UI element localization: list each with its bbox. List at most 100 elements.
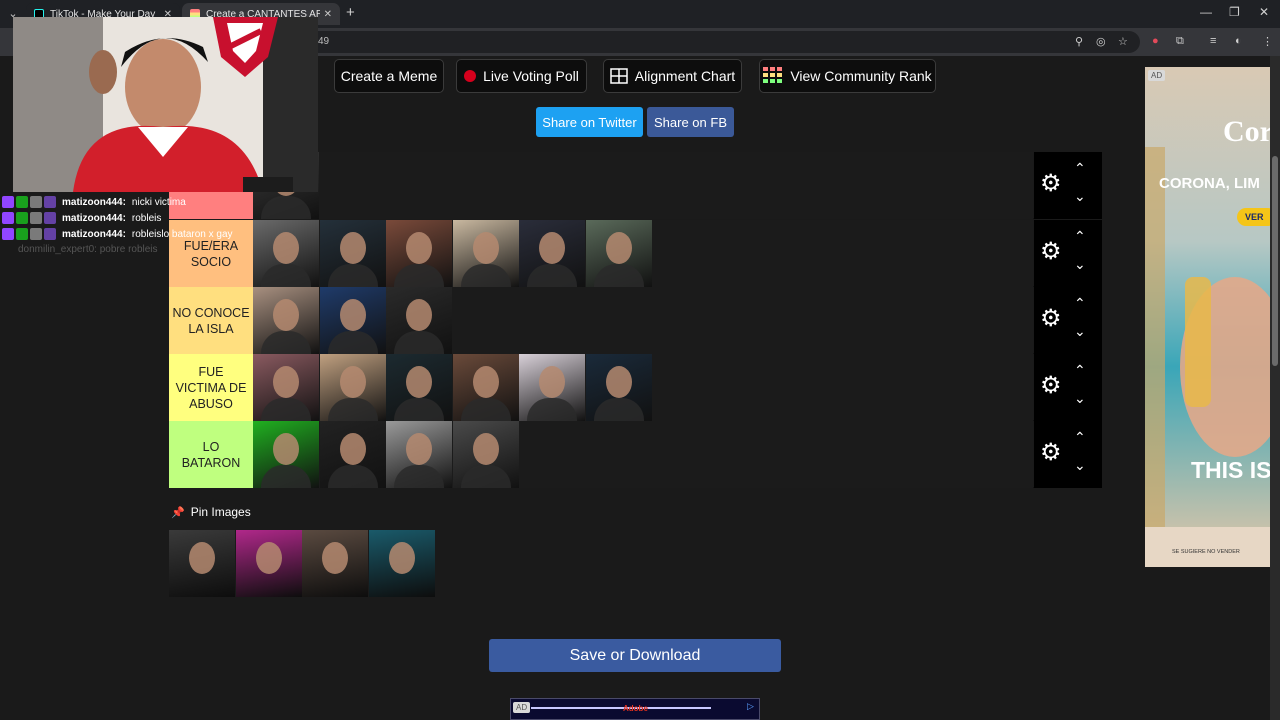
tier-drop-zone[interactable]	[253, 354, 1033, 421]
chat-text: robleislo bataron x gay	[131, 228, 233, 240]
chevron-down-icon[interactable]: ⌄	[1074, 256, 1086, 273]
unranked-item-image[interactable]	[302, 530, 368, 597]
chevron-up-icon[interactable]: ⌃	[1074, 160, 1086, 177]
unranked-item-image[interactable]	[235, 530, 302, 597]
tier-item-image[interactable]	[386, 220, 452, 287]
chevron-up-icon[interactable]: ⌃	[1074, 228, 1086, 245]
chat-text: robleis	[131, 212, 162, 224]
chevron-up-icon[interactable]: ⌃	[1074, 362, 1086, 379]
chat-username: matizoon444:	[62, 228, 126, 240]
extensions-puzzle-icon[interactable]: ⧉	[1176, 35, 1184, 48]
bookmark-star-icon[interactable]: ☆	[1118, 35, 1128, 48]
tier-drop-zone[interactable]	[253, 152, 1033, 219]
tier-drop-zone[interactable]	[253, 421, 1033, 488]
portrait-shape	[322, 542, 348, 574]
tier-item-image[interactable]	[253, 220, 319, 287]
save-download-button[interactable]: Save or Download	[489, 639, 781, 672]
portrait-body-shape	[394, 398, 444, 421]
extension-icon[interactable]: ●	[1152, 35, 1159, 47]
gear-icon[interactable]: ⚙	[1040, 172, 1064, 196]
tier-item-image[interactable]	[253, 354, 319, 421]
tier-item-image[interactable]	[585, 354, 652, 421]
colored-grid-icon	[763, 67, 783, 83]
gear-icon[interactable]: ⚙	[1040, 240, 1064, 264]
tier-item-image[interactable]	[386, 421, 452, 488]
media-icon[interactable]: ≡	[1210, 35, 1216, 47]
chat-badge-icon	[2, 228, 14, 240]
chevron-down-icon[interactable]: ⌄	[1074, 457, 1086, 474]
live-voting-poll-button[interactable]: Live Voting Poll	[456, 59, 587, 93]
portrait-body-shape	[460, 465, 511, 488]
tier-label[interactable]: LO BATARON	[169, 421, 253, 488]
tier-item-image[interactable]	[452, 421, 519, 488]
tier-label[interactable]: NO CONOCE LA ISLA	[169, 287, 253, 354]
tier-item-image[interactable]	[452, 220, 519, 287]
unranked-item-image[interactable]	[169, 530, 235, 597]
chevron-down-icon[interactable]: ⌄	[1074, 323, 1086, 340]
chat-badge-icon	[30, 196, 42, 208]
tier-item-image[interactable]	[319, 354, 386, 421]
tier-row: FUE VICTIMA DE ABUSO ⚙ ⌃ ⌄	[169, 354, 1102, 421]
portrait-shape	[472, 366, 499, 398]
tier-item-image[interactable]	[452, 354, 519, 421]
tier-item-image[interactable]	[253, 421, 319, 488]
adchoices-icon[interactable]: ▷	[747, 701, 754, 712]
url-text: 49	[318, 36, 330, 47]
chat-badge-icon	[44, 196, 56, 208]
menu-dots-icon[interactable]: ⋮	[1262, 35, 1273, 48]
portrait-body-shape	[460, 398, 511, 421]
new-tab-icon[interactable]: +	[346, 4, 355, 21]
scrollbar-thumb[interactable]	[1272, 156, 1278, 366]
create-meme-label: Create a Meme	[340, 68, 438, 84]
chat-username: matizoon444:	[62, 212, 126, 224]
tier-item-image[interactable]	[585, 220, 652, 287]
portrait-body-shape	[460, 264, 511, 287]
chat-badge-icon	[2, 212, 14, 224]
chevron-down-icon[interactable]: ⌄	[1074, 390, 1086, 407]
alignment-chart-button[interactable]: Alignment Chart	[603, 59, 742, 93]
alignment-label: Alignment Chart	[634, 68, 736, 84]
tier-item-image[interactable]	[319, 421, 386, 488]
gear-icon[interactable]: ⚙	[1040, 307, 1064, 331]
tier-label[interactable]: FUE VICTIMA DE ABUSO	[169, 354, 253, 421]
tier-controls: ⚙ ⌃ ⌄	[1034, 354, 1102, 421]
close-tab-icon[interactable]: ✕	[324, 9, 332, 20]
ad-cta-button[interactable]: VER	[1237, 208, 1270, 226]
profile-avatar-icon[interactable]: ◐	[1235, 35, 1242, 47]
chat-message: matizoon444: nicki victima	[2, 196, 186, 208]
bottom-ad-banner[interactable]: AD Adobe ▷	[510, 698, 760, 720]
chat-badge-icon	[30, 212, 42, 224]
restore-icon[interactable]: ❐	[1229, 5, 1240, 19]
tier-item-image[interactable]	[386, 287, 452, 354]
ad-brand-text: Adobe	[623, 704, 648, 713]
side-ad-banner[interactable]: AD Cor CORONA, LIM VER THIS IS SE SUGIER…	[1145, 67, 1270, 567]
scrollbar[interactable]	[1270, 56, 1280, 720]
tier-item-image[interactable]	[519, 220, 585, 287]
url-field[interactable]	[300, 31, 1140, 53]
share-twitter-button[interactable]: Share on Twitter	[536, 107, 643, 137]
gear-icon[interactable]: ⚙	[1040, 374, 1064, 398]
portrait-shape	[273, 299, 299, 331]
tier-drop-zone[interactable]	[253, 287, 1033, 354]
tier-item-image[interactable]	[319, 220, 386, 287]
minimize-icon[interactable]: —	[1200, 5, 1212, 19]
tier-controls: ⚙ ⌃ ⌄	[1034, 287, 1102, 354]
chevron-up-icon[interactable]: ⌃	[1074, 295, 1086, 312]
tier-item-image[interactable]	[386, 354, 452, 421]
zoom-icon[interactable]: ⚲	[1075, 35, 1083, 48]
share-fb-button[interactable]: Share on FB	[647, 107, 734, 137]
view-community-rank-button[interactable]: View Community Rank	[759, 59, 936, 93]
chevron-up-icon[interactable]: ⌃	[1074, 429, 1086, 446]
gear-icon[interactable]: ⚙	[1040, 441, 1064, 465]
tier-item-image[interactable]	[519, 354, 585, 421]
eye-off-icon[interactable]: ◎	[1096, 35, 1106, 48]
tier-drop-zone[interactable]	[253, 220, 1033, 287]
chevron-down-icon[interactable]: ⌄	[1074, 188, 1086, 205]
unranked-item-image[interactable]	[368, 530, 435, 597]
tier-item-image[interactable]	[253, 287, 319, 354]
tier-controls: ⚙ ⌃ ⌄	[1034, 152, 1102, 219]
screen: ⌄ TikTok - Make Your Day ✕ Create a CANT…	[0, 0, 1280, 720]
close-window-icon[interactable]: ✕	[1259, 5, 1269, 19]
create-meme-button[interactable]: Create a Meme	[334, 59, 444, 93]
tier-item-image[interactable]	[319, 287, 386, 354]
